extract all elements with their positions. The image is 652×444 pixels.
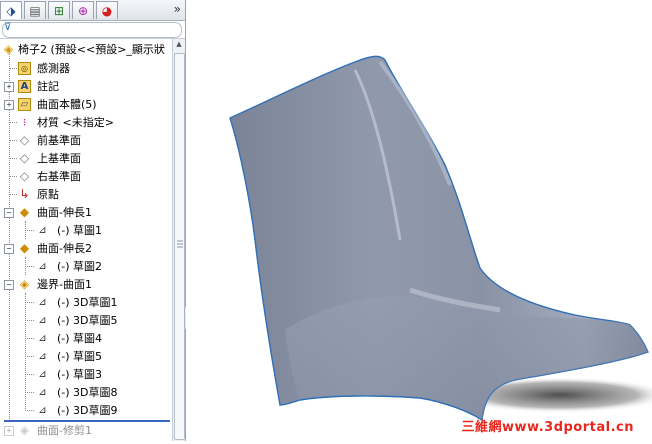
watermark-text: 三維網www.3dportal.cn bbox=[461, 420, 634, 435]
part-icon: ◈ bbox=[3, 42, 14, 56]
tree-item-3d-sketch1[interactable]: ⊿ (-) 3D草圖1 bbox=[0, 294, 172, 311]
plane-icon: ◇ bbox=[19, 151, 30, 165]
tree-item-surface-extrude1[interactable]: − ◆ 曲面-伸長1 bbox=[0, 204, 172, 221]
tree-item-label: 上基準面 bbox=[37, 152, 81, 165]
tree-item-sketch2[interactable]: ⊿ (-) 草圖2 bbox=[0, 258, 172, 275]
filter-input[interactable] bbox=[2, 22, 182, 38]
tree-item-label: 曲面本體(5) bbox=[37, 98, 97, 111]
tree-item-material[interactable]: ⁝ 材質 <未指定> bbox=[0, 114, 172, 131]
sketch-icon: ⊿ bbox=[38, 261, 47, 272]
property-manager-icon[interactable]: ▤ bbox=[24, 1, 46, 19]
tree-item-boundary-surface1[interactable]: − ◈ 邊界-曲面1 bbox=[0, 276, 172, 293]
tree-item-3d-sketch9[interactable]: ⊿ (-) 3D草圖9 bbox=[0, 402, 172, 419]
tree-item-sketch5[interactable]: ⊿ (-) 草圖5 bbox=[0, 348, 172, 365]
tree-item-label: (-) 3D草圖5 bbox=[57, 314, 118, 327]
sketch-icon: ⊿ bbox=[38, 225, 47, 236]
graphics-viewport[interactable]: 三維網www.3dportal.cn bbox=[186, 0, 652, 441]
tree-item-surface-trim1-suppressed[interactable]: + ◈ 曲面-修剪1 bbox=[0, 422, 172, 439]
tree-item-label: 原點 bbox=[37, 188, 59, 201]
tree-item-label: (-) 3D草圖8 bbox=[57, 386, 118, 399]
tree-item-label: 曲面-修剪1 bbox=[37, 424, 92, 437]
boundary-surface-icon: ◈ bbox=[19, 277, 30, 291]
tree-item-label: (-) 草圖1 bbox=[57, 224, 103, 237]
chair-surface-model bbox=[229, 55, 652, 422]
tree-item-right-plane[interactable]: ◇ 右基準面 bbox=[0, 168, 172, 185]
sketch-icon: ⊿ bbox=[38, 351, 47, 362]
expand-icon[interactable]: + bbox=[4, 82, 14, 92]
scroll-thumb[interactable] bbox=[174, 53, 185, 440]
surface-trim-icon: ◈ bbox=[19, 423, 30, 437]
tree-item-3d-sketch8[interactable]: ⊿ (-) 3D草圖8 bbox=[0, 384, 172, 401]
surface-bodies-folder-icon: ▱ bbox=[18, 98, 31, 111]
annotation-folder-icon: A bbox=[18, 80, 31, 93]
rollback-bar[interactable] bbox=[4, 420, 170, 422]
tree-item-annotations[interactable]: + A 註記 bbox=[0, 78, 172, 95]
sketch-icon: ⊿ bbox=[38, 333, 47, 344]
collapse-icon[interactable]: − bbox=[4, 208, 14, 218]
tree-item-label: (-) 草圖5 bbox=[57, 350, 103, 363]
origin-icon: ↳ bbox=[19, 187, 30, 201]
tree-item-sketch4[interactable]: ⊿ (-) 草圖4 bbox=[0, 330, 172, 347]
feature-manager-panel: ⬗ ▤ ⊞ ⊕ ◕ » ⊽ ◈ 椅子2 (預設<<預設>_顯示狀 ◎ 感測器 +… bbox=[0, 0, 186, 441]
material-icon: ⁝ bbox=[22, 116, 27, 129]
tree-item-sketch3[interactable]: ⊿ (-) 草圖3 bbox=[0, 366, 172, 383]
3d-sketch-icon: ⊿ bbox=[38, 315, 47, 326]
collapse-icon[interactable]: − bbox=[4, 280, 14, 290]
tree-item-label: (-) 3D草圖9 bbox=[57, 404, 118, 417]
sketch-icon: ⊿ bbox=[38, 369, 47, 380]
filter-bar: ⊽ bbox=[0, 21, 185, 39]
more-tabs-icon[interactable]: » bbox=[174, 2, 181, 16]
tree-item-origin[interactable]: ↳ 原點 bbox=[0, 186, 172, 203]
collapse-icon[interactable]: − bbox=[4, 244, 14, 254]
tree-item-sketch1[interactable]: ⊿ (-) 草圖1 bbox=[0, 222, 172, 239]
feature-tree: ◈ 椅子2 (預設<<預設>_顯示狀 ◎ 感測器 + A 註記 + ▱ 曲面本體… bbox=[0, 39, 172, 441]
tree-root-label: 椅子2 (預設<<預設>_顯示狀 bbox=[18, 43, 165, 56]
surface-extrude-icon: ◆ bbox=[19, 241, 30, 255]
expand-icon[interactable]: + bbox=[4, 100, 14, 110]
3d-sketch-icon: ⊿ bbox=[38, 387, 47, 398]
configuration-icon[interactable]: ⊞ bbox=[48, 1, 70, 19]
tree-item-label: 材質 <未指定> bbox=[37, 116, 114, 129]
tree-item-sensors[interactable]: ◎ 感測器 bbox=[0, 60, 172, 77]
dimxpert-icon[interactable]: ⊕ bbox=[72, 1, 94, 19]
plane-icon: ◇ bbox=[19, 169, 30, 183]
plane-icon: ◇ bbox=[19, 133, 30, 147]
tree-item-label: (-) 草圖2 bbox=[57, 260, 103, 273]
tree-item-label: (-) 草圖4 bbox=[57, 332, 103, 345]
tree-item-label: 曲面-伸長2 bbox=[37, 242, 92, 255]
manager-tab-bar: ⬗ ▤ ⊞ ⊕ ◕ » bbox=[0, 0, 185, 21]
tree-item-top-plane[interactable]: ◇ 上基準面 bbox=[0, 150, 172, 167]
scroll-up-arrow-icon[interactable]: ▲ bbox=[174, 40, 184, 50]
tree-item-front-plane[interactable]: ◇ 前基準面 bbox=[0, 132, 172, 149]
feature-tree-icon[interactable]: ⬗ bbox=[0, 1, 22, 19]
tree-item-label: 曲面-伸長1 bbox=[37, 206, 92, 219]
display-manager-icon[interactable]: ◕ bbox=[96, 1, 118, 19]
tree-item-surface-extrude2[interactable]: − ◆ 曲面-伸長2 bbox=[0, 240, 172, 257]
tree-item-label: (-) 3D草圖1 bbox=[57, 296, 118, 309]
tree-root-part[interactable]: ◈ 椅子2 (預設<<預設>_顯示狀 bbox=[0, 41, 172, 58]
3d-sketch-icon: ⊿ bbox=[38, 297, 47, 308]
surface-extrude-icon: ◆ bbox=[19, 205, 30, 219]
tree-item-label: 邊界-曲面1 bbox=[37, 278, 92, 291]
tree-item-3d-sketch5[interactable]: ⊿ (-) 3D草圖5 bbox=[0, 312, 172, 329]
grip-icon bbox=[177, 240, 183, 248]
tree-item-label: 感測器 bbox=[37, 62, 70, 75]
tree-item-surface-bodies[interactable]: + ▱ 曲面本體(5) bbox=[0, 96, 172, 113]
tree-item-label: 前基準面 bbox=[37, 134, 81, 147]
tree-item-label: (-) 草圖3 bbox=[57, 368, 103, 381]
tree-item-label: 右基準面 bbox=[37, 170, 81, 183]
sensor-folder-icon: ◎ bbox=[18, 62, 31, 75]
filter-icon[interactable]: ⊽ bbox=[4, 22, 11, 33]
expand-icon[interactable]: + bbox=[4, 426, 14, 436]
tree-scrollbar[interactable]: ▲ bbox=[172, 39, 185, 441]
3d-sketch-icon: ⊿ bbox=[38, 405, 47, 416]
tree-item-label: 註記 bbox=[37, 80, 59, 93]
